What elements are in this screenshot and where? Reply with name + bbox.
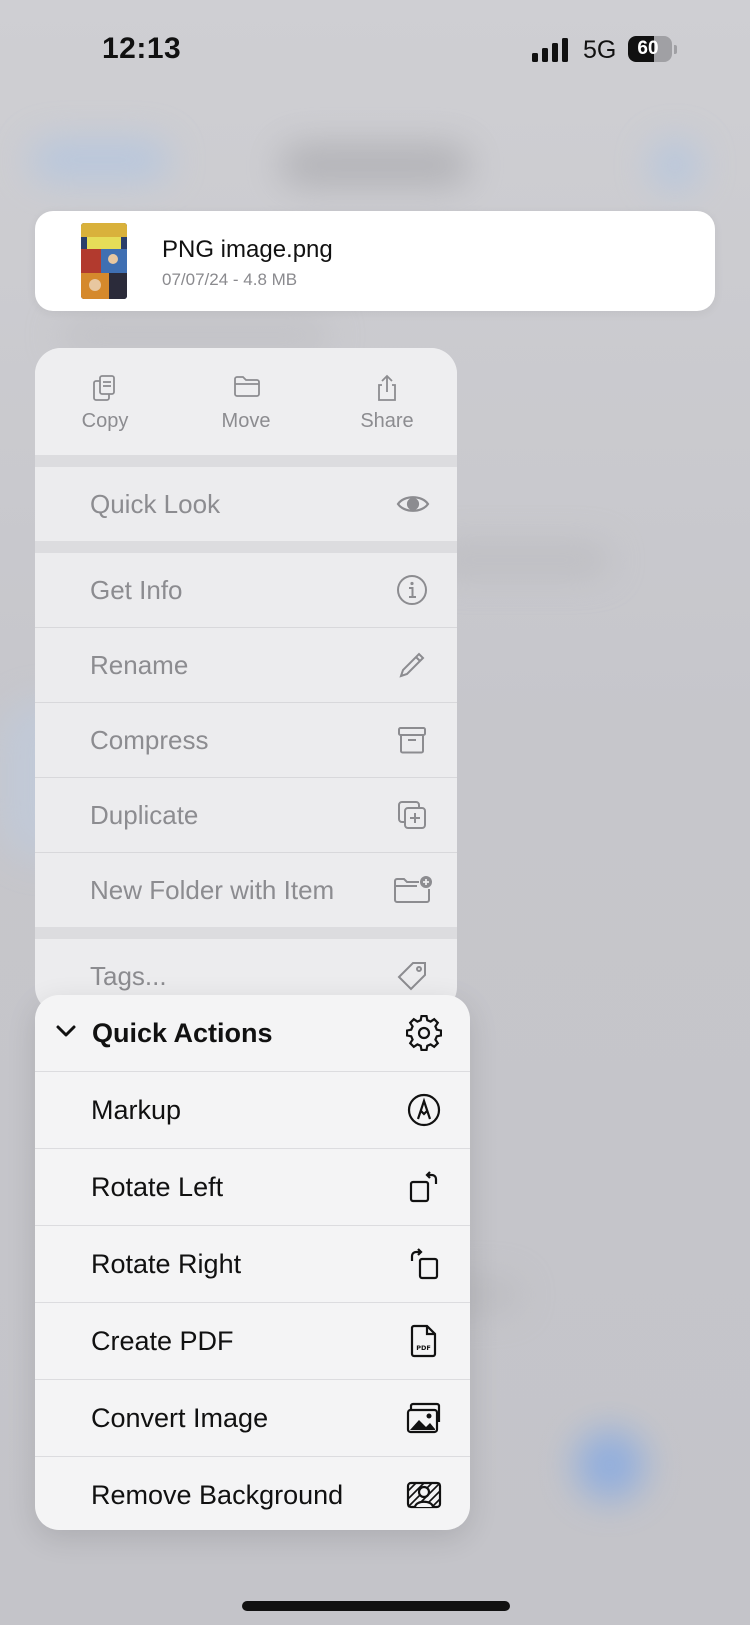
new-folder-with-item[interactable]: New Folder with Item [35,853,457,927]
new-folder-with-item-label: New Folder with Item [90,875,335,905]
quick-actions-title: Quick Actions [92,1018,273,1048]
svg-text:PDF: PDF [416,1344,431,1352]
status-time: 12:13 [102,32,182,65]
quick-actions-header[interactable]: Quick Actions [35,995,470,1071]
photo-stack-icon [406,1402,441,1434]
pencil-icon [399,652,425,678]
folder-icon [234,376,260,397]
share-icon [378,374,396,401]
duplicate-item[interactable]: Duplicate [35,778,457,852]
copy-button[interactable]: Copy [35,348,175,455]
rename-label: Rename [90,650,189,680]
copy-label: Copy [81,410,129,432]
get-info-label: Get Info [90,575,183,605]
file-name: PNG image.png [162,236,333,263]
remove-background-label: Remove Background [91,1480,344,1510]
status-bar: 12:13 5G 60 [0,0,750,100]
battery-icon: 60 [628,36,678,64]
network-type: 5G [583,36,617,64]
move-label: Move [221,410,271,432]
quick-look-label: Quick Look [90,489,221,519]
home-indicator[interactable] [242,1601,510,1611]
share-label: Share [360,410,414,432]
gear-icon [406,1015,442,1051]
menu-action-row: Copy Move Share [35,348,457,455]
file-preview-card[interactable]: PNG image.png 07/07/24 - 4.8 MB [35,211,715,311]
compress-label: Compress [90,725,209,755]
move-button[interactable]: Move [176,348,316,455]
eye-icon [396,496,430,512]
file-thumbnail [81,223,127,299]
quick-look-item[interactable]: Quick Look [35,467,457,541]
file-meta: 07/07/24 - 4.8 MB [162,270,298,289]
markup-item[interactable]: Markup [35,1072,470,1148]
rename-item[interactable]: Rename [35,628,457,702]
menu-separator [35,927,457,939]
pdf-document-icon: PDF [410,1324,437,1358]
cellular-signal-icon [532,38,568,62]
rotate-left-icon [409,1171,438,1203]
quick-actions-submenu: Quick Actions Markup Rotate Left Rotate … [35,995,470,1530]
create-pdf-item[interactable]: Create PDF PDF [35,1303,470,1379]
duplicate-label: Duplicate [90,800,199,830]
menu-separator [35,541,457,553]
info-icon [397,575,427,605]
menu-separator [35,455,457,467]
markup-pen-icon [407,1093,441,1127]
context-menu: Copy Move Share Quick Look Get Info Rena… [35,348,457,1013]
rotate-left-label: Rotate Left [91,1172,224,1202]
rotate-right-label: Rotate Right [91,1249,242,1279]
convert-image-item[interactable]: Convert Image [35,1380,470,1456]
folder-badge-plus-icon [394,876,432,903]
compress-item[interactable]: Compress [35,703,457,777]
remove-background-icon [406,1481,442,1509]
convert-image-label: Convert Image [91,1403,269,1433]
duplicate-icon [398,801,426,829]
create-pdf-label: Create PDF [91,1326,234,1356]
rotate-left-item[interactable]: Rotate Left [35,1149,470,1225]
tag-icon [397,962,426,991]
get-info-item[interactable]: Get Info [35,553,457,627]
markup-label: Markup [91,1095,182,1125]
rotate-right-icon [410,1248,439,1280]
rotate-right-item[interactable]: Rotate Right [35,1226,470,1302]
archive-box-icon [398,727,426,754]
chevron-down-icon [56,1025,76,1037]
remove-background-item[interactable]: Remove Background [35,1457,470,1530]
battery-level: 60 [637,38,659,59]
copy-icon [93,375,115,401]
share-button[interactable]: Share [317,348,457,455]
